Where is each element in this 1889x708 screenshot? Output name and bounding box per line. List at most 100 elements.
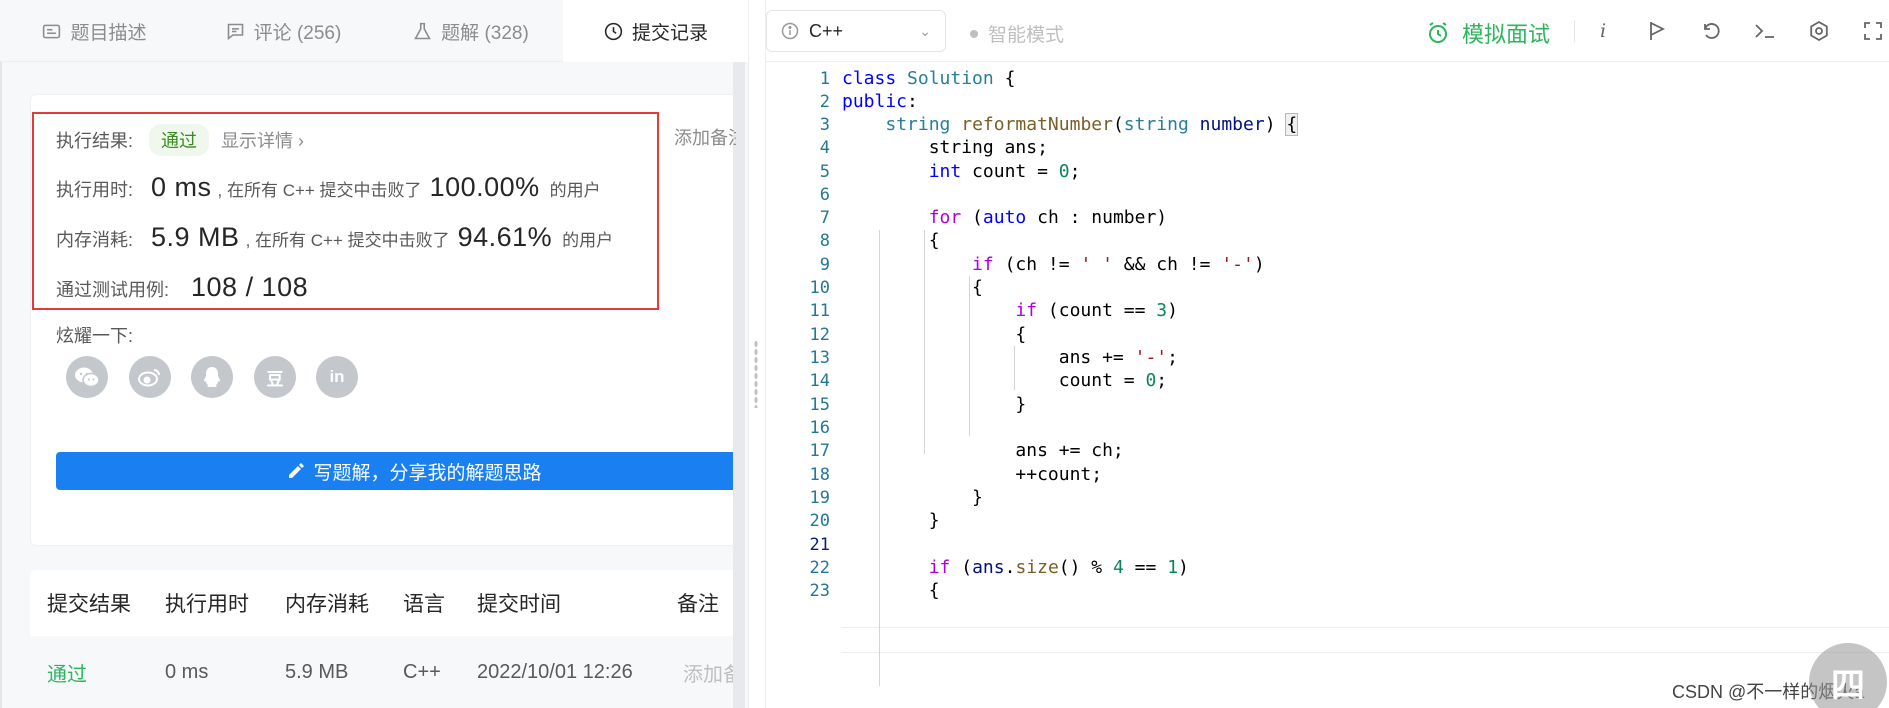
memory-row: 内存消耗: 5.9 MB , 在所有 C++ 提交中击败了 94.61% 的用户 xyxy=(56,222,613,253)
submissions-table: 提交结果 执行用时 内存消耗 语言 提交时间 备注 通过 0 ms 5.9 MB… xyxy=(30,570,733,708)
settings-icon[interactable] xyxy=(1806,18,1832,44)
mock-interview-button[interactable]: 模拟面试 xyxy=(1426,17,1550,49)
line-number: 12 xyxy=(809,325,830,345)
reset-icon[interactable] xyxy=(1698,18,1724,44)
code-line-18: ++count; xyxy=(842,464,1103,485)
row-runtime: 0 ms xyxy=(165,660,209,683)
line-number: 15 xyxy=(809,395,830,415)
chevron-right-icon: › xyxy=(298,131,305,151)
code-line-9: if (ch != ' ' && ch != '-') xyxy=(972,254,1265,275)
runtime-row: 执行用时: 0 ms , 在所有 C++ 提交中击败了 100.00% 的用户 xyxy=(56,172,601,203)
header-runtime[interactable]: 执行用时 xyxy=(165,570,249,636)
line-number: 23 xyxy=(809,581,830,601)
tab-submissions[interactable]: 提交记录 xyxy=(563,0,748,62)
info-glyph: i xyxy=(1599,20,1607,42)
line-number: 3 xyxy=(819,115,830,135)
code-line-10: { xyxy=(842,277,983,298)
runtime-users-text: 的用户 xyxy=(549,181,601,200)
runtime-text: , 在所有 C++ 提交中击败了 xyxy=(217,181,422,200)
code-line-14: count = 0; xyxy=(842,370,1168,391)
info-icon[interactable]: i xyxy=(1590,18,1616,44)
write-solution-button[interactable]: 写题解，分享我的解题思路 xyxy=(56,452,733,490)
row-memory: 5.9 MB xyxy=(285,660,349,683)
left-scrollbar[interactable] xyxy=(733,62,745,708)
linkedin-icon[interactable]: in xyxy=(316,356,358,398)
line-number: 14 xyxy=(809,371,830,391)
code-line-13: ans += '-'; xyxy=(842,347,1178,368)
row-add-note[interactable]: 添加备注 xyxy=(677,636,733,708)
line-number: 19 xyxy=(809,488,830,508)
row-note-label: 添加备注 xyxy=(683,663,733,686)
language-value: C++ xyxy=(809,20,844,41)
row-status[interactable]: 通过 xyxy=(47,636,87,708)
memory-label: 内存消耗: xyxy=(56,230,134,250)
result-row: 执行结果: 通过 显示详情 › xyxy=(56,124,304,156)
douban-icon[interactable]: 豆 xyxy=(254,356,296,398)
drag-handle-icon xyxy=(754,340,758,408)
line-number: 17 xyxy=(809,441,830,461)
left-tab-bar: 题目描述 评论 (256) 题解 (328) 提交记录 xyxy=(0,0,748,62)
line-number: 18 xyxy=(809,465,830,485)
line-number: 11 xyxy=(809,301,830,321)
submission-panel: 题目描述 评论 (256) 题解 (328) 提交记录 执行结果: 通过 显示详… xyxy=(0,0,748,708)
row-language: C++ xyxy=(403,660,441,683)
info-circle-icon xyxy=(781,22,799,40)
line-number: 13 xyxy=(809,348,830,368)
line-number: 21 xyxy=(809,535,830,555)
code-line-23: { xyxy=(842,580,940,601)
qq-icon[interactable] xyxy=(191,356,233,398)
line-number: 16 xyxy=(809,418,830,438)
code-line-22: if (ans.size() % 4 == 1) xyxy=(928,557,1189,578)
line-number: 5 xyxy=(819,162,830,182)
run-icon[interactable] xyxy=(1644,18,1670,44)
code-line-7: for (auto ch : number) xyxy=(928,207,1168,228)
console-icon[interactable] xyxy=(1752,18,1778,44)
table-row[interactable]: 通过 0 ms 5.9 MB C++ 2022/10/01 12:26 添加备注 xyxy=(30,636,733,708)
write-solution-label: 写题解，分享我的解题思路 xyxy=(313,462,542,484)
header-language[interactable]: 语言 xyxy=(403,570,445,636)
add-note-button[interactable]: 添加备注 xyxy=(668,124,736,150)
left-edge xyxy=(0,62,2,708)
tab-comments[interactable]: 评论 (256) xyxy=(188,0,378,62)
memory-text: , 在所有 C++ 提交中击败了 xyxy=(245,231,450,250)
tab-solutions-label: 题解 (328) xyxy=(441,22,529,44)
header-status[interactable]: 提交结果 xyxy=(47,570,131,636)
runtime-percent: 100.00% xyxy=(429,172,540,202)
code-content[interactable]: class Solution { public: string reformat… xyxy=(842,62,1889,708)
result-label: 执行结果: xyxy=(56,131,134,151)
code-line-8: { xyxy=(842,230,940,251)
show-details-link[interactable]: 显示详情 › xyxy=(221,127,304,153)
weibo-icon[interactable] xyxy=(129,356,171,398)
memory-value: 5.9 MB xyxy=(151,222,240,252)
testcases-label: 通过测试用例: xyxy=(56,280,170,300)
language-select[interactable]: C++ ⌄ xyxy=(766,10,946,52)
memory-percent: 94.61% xyxy=(457,222,553,252)
linkedin-glyph: in xyxy=(329,367,345,386)
smart-mode-toggle[interactable]: 智能模式 xyxy=(970,20,1064,47)
add-note-label: 添加备注 xyxy=(674,128,736,148)
tab-comments-label: 评论 (256) xyxy=(253,22,342,44)
header-memory[interactable]: 内存消耗 xyxy=(285,570,369,636)
line-number: 4 xyxy=(819,138,830,158)
code-line-19: } xyxy=(842,487,983,508)
tab-description[interactable]: 题目描述 xyxy=(0,0,188,62)
table-header: 提交结果 执行用时 内存消耗 语言 提交时间 备注 xyxy=(30,570,733,636)
pane-splitter[interactable] xyxy=(748,0,766,708)
line-number: 6 xyxy=(819,185,830,205)
code-panel: C++ ⌄ 智能模式 模拟面试 i 1 2 3 4 5 6 7 8 9 10 11 12 13 14 1 xyxy=(766,0,1889,708)
header-submit-time[interactable]: 提交时间 xyxy=(477,570,561,636)
description-icon xyxy=(43,24,61,38)
wechat-icon[interactable] xyxy=(66,356,108,398)
share-label: 炫耀一下: xyxy=(56,326,134,346)
code-line-5: int count = 0; xyxy=(928,161,1081,182)
line-number: 9 xyxy=(819,255,830,275)
pencil-icon xyxy=(289,463,305,478)
fullscreen-icon[interactable] xyxy=(1860,18,1886,44)
show-details-label: 显示详情 xyxy=(221,131,294,151)
code-editor[interactable]: 1 2 3 4 5 6 7 8 9 10 11 12 13 14 15 16 17 18 19 20 21 22 23 cl… xyxy=(766,62,1889,708)
code-line-11: if (count == 3) xyxy=(1015,300,1178,321)
tab-solutions[interactable]: 题解 (328) xyxy=(378,0,563,62)
code-line-3: string reformatNumber(string number) { xyxy=(885,113,1299,136)
flask-icon xyxy=(414,22,431,39)
